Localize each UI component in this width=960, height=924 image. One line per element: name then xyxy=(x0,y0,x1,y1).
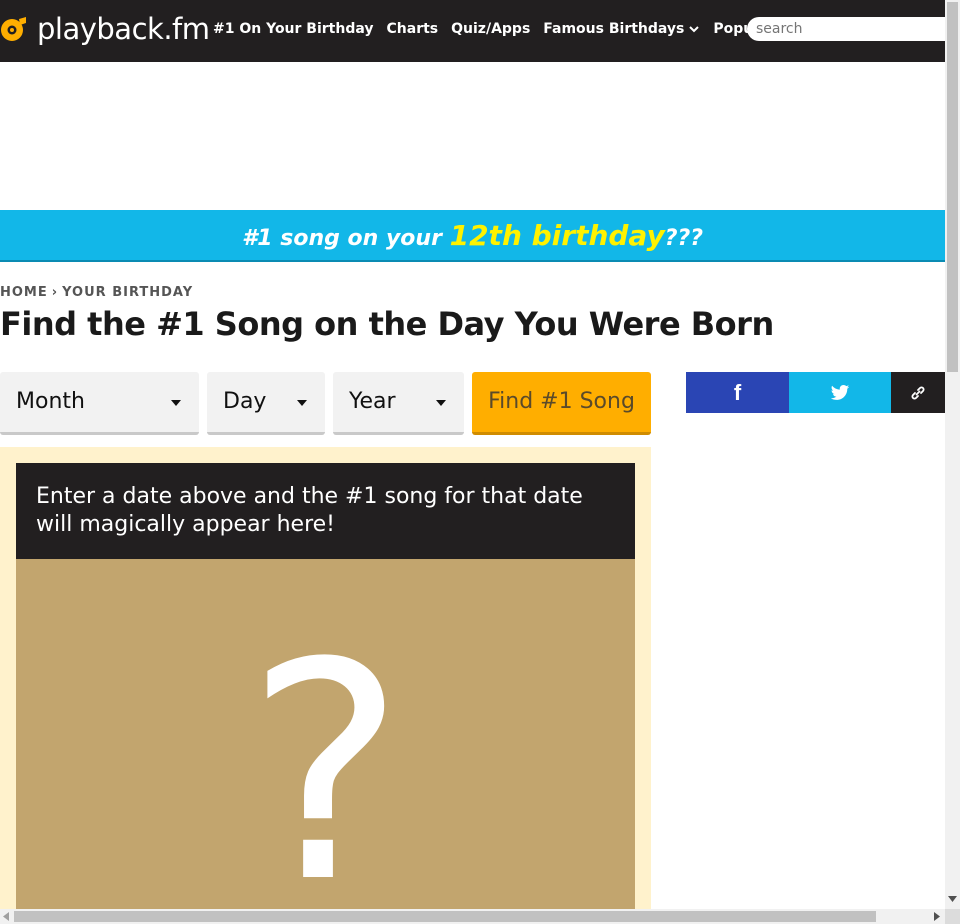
vertical-scrollbar[interactable] xyxy=(945,0,960,909)
record-disc-icon xyxy=(0,15,28,43)
facebook-icon: f xyxy=(733,379,742,405)
caret-down-icon xyxy=(297,400,307,406)
find-song-button[interactable]: Find #1 Song xyxy=(472,372,651,435)
search-input[interactable] xyxy=(747,17,957,41)
nav-link-quiz-apps[interactable]: Quiz/Apps xyxy=(451,19,530,39)
share-twitter-button[interactable] xyxy=(789,372,891,413)
breadcrumb-separator: › xyxy=(51,285,59,300)
brand-logo[interactable]: playback.fm xyxy=(0,13,210,45)
banner-highlight: 12th birthday xyxy=(449,219,665,252)
nav-dropdown-famous-birthdays[interactable]: Famous Birthdays xyxy=(543,19,700,39)
main-nav: #1 On Your Birthday Charts Quiz/Apps Fam… xyxy=(213,19,803,39)
chevron-down-icon xyxy=(689,26,700,33)
link-icon xyxy=(911,386,925,399)
share-facebook-button[interactable]: f xyxy=(686,372,789,413)
nav-dropdown-label: Famous Birthdays xyxy=(543,21,685,37)
brand-name: playback.fm xyxy=(37,12,210,46)
caret-down-icon xyxy=(171,400,181,406)
year-select-label: Year xyxy=(349,389,396,414)
breadcrumb-home[interactable]: HOME xyxy=(0,285,48,300)
year-select[interactable]: Year xyxy=(333,372,464,435)
day-select[interactable]: Day xyxy=(207,372,325,435)
result-message: Enter a date above and the #1 song for t… xyxy=(16,463,635,559)
question-mark-icon: ? xyxy=(245,599,406,924)
share-link-button[interactable] xyxy=(891,372,945,413)
scroll-down-arrow-icon[interactable] xyxy=(948,896,957,902)
month-select-label: Month xyxy=(16,389,85,414)
result-panel: Enter a date above and the #1 song for t… xyxy=(0,447,651,924)
month-select[interactable]: Month xyxy=(0,372,199,435)
top-navbar: playback.fm #1 On Your Birthday Charts Q… xyxy=(0,0,957,62)
day-select-label: Day xyxy=(223,389,267,414)
nav-link-birthday[interactable]: #1 On Your Birthday xyxy=(213,19,374,39)
vertical-scrollbar-thumb[interactable] xyxy=(947,2,958,372)
horizontal-scrollbar[interactable] xyxy=(0,909,945,924)
banner-suffix: ??? xyxy=(664,226,704,251)
scroll-left-arrow-icon[interactable] xyxy=(3,912,9,921)
twitter-icon xyxy=(830,384,850,400)
nav-link-charts[interactable]: Charts xyxy=(387,19,439,39)
horizontal-scrollbar-thumb[interactable] xyxy=(14,911,876,922)
page-title: Find the #1 Song on the Day You Were Bor… xyxy=(0,305,774,343)
scroll-right-arrow-icon[interactable] xyxy=(934,912,940,921)
promo-banner[interactable]: #1 song on your 12th birthday??? xyxy=(0,210,945,262)
breadcrumb-current[interactable]: YOUR BIRTHDAY xyxy=(62,285,193,300)
banner-prefix: #1 song on your xyxy=(241,226,450,251)
caret-down-icon xyxy=(436,400,446,406)
breadcrumb: HOME › YOUR BIRTHDAY xyxy=(0,285,193,300)
album-art-placeholder: ? xyxy=(16,559,635,924)
scrollbar-corner xyxy=(945,909,960,924)
